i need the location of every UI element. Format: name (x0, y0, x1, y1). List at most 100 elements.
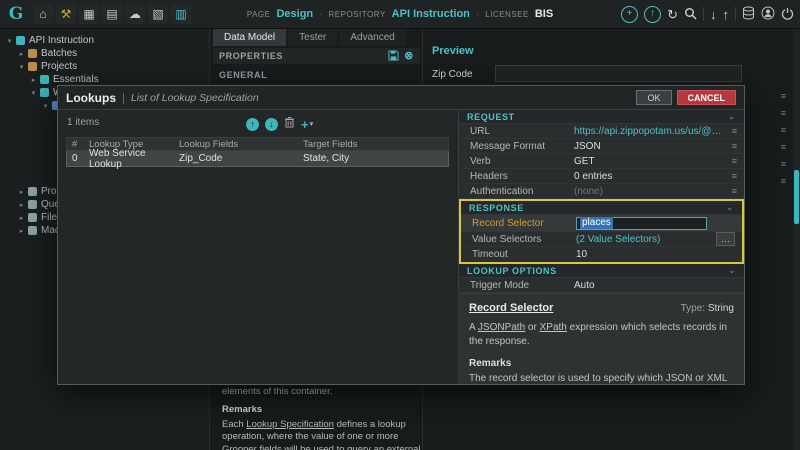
folder-icon[interactable]: ▧ (148, 4, 168, 24)
move-up-button[interactable]: ↑ (246, 117, 259, 131)
cloud-upload-icon[interactable]: ☁ (125, 4, 145, 24)
tab-data-model[interactable]: Data Model (213, 29, 287, 46)
lookup-options-section-header[interactable]: LOOKUP OPTIONS ⌄ (459, 264, 744, 278)
row-menu-icon[interactable]: ≡ (732, 141, 737, 151)
printer-icon[interactable]: ▤ (102, 4, 122, 24)
verb-value[interactable]: GET (574, 156, 726, 167)
jsonpath-link[interactable]: JSONPath (478, 322, 525, 333)
record-selector-input[interactable]: places (576, 216, 707, 230)
chevron-down-icon[interactable]: ▾ (28, 89, 39, 97)
save-icon[interactable] (388, 49, 399, 63)
tools-icon[interactable]: ⚒ (56, 4, 76, 24)
tree-item-batches[interactable]: ▸ Batches (0, 47, 209, 60)
chevron-right-icon[interactable]: ▸ (16, 227, 27, 235)
property-row-record-selector[interactable]: Record Selector places (461, 215, 742, 232)
chevron-icon[interactable]: ⌄ (726, 202, 734, 212)
chevron-down-icon[interactable]: ▾ (4, 37, 15, 45)
ellipsis-button[interactable]: … (716, 232, 735, 246)
scrollbar-thumb[interactable] (794, 170, 799, 224)
power-icon[interactable] (781, 7, 794, 22)
row-menu-icon[interactable]: ≡ (732, 156, 737, 166)
toolbar-divider (735, 7, 736, 21)
home-icon[interactable]: ⌂ (33, 4, 53, 24)
ok-button[interactable]: OK (636, 90, 672, 105)
chevron-right-icon[interactable]: ▸ (16, 188, 27, 196)
tree-item-projects[interactable]: ▾ Projects (0, 60, 209, 73)
tree-item-api-instruction[interactable]: ▾ API Instruction (0, 34, 209, 47)
up-circle-icon[interactable]: ↑ (644, 5, 662, 23)
chevron-right-icon[interactable]: ▸ (16, 214, 27, 222)
chevron-right-icon[interactable]: ▸ (28, 76, 39, 84)
property-row-headers[interactable]: Headers 0 entries ≡ (459, 169, 744, 184)
database-icon[interactable] (742, 6, 755, 22)
cancel-button[interactable]: CANCEL (676, 90, 736, 105)
tab-advanced[interactable]: Advanced (339, 29, 406, 46)
general-section-header[interactable]: GENERAL (219, 70, 267, 80)
batches-icon[interactable]: ▦ (79, 4, 99, 24)
row-menu-icon[interactable]: ≡ (781, 143, 786, 152)
upload-icon[interactable]: ↑ (723, 8, 730, 21)
dialog-title-bar: Lookups | List of Lookup Specification O… (58, 86, 744, 110)
headers-value[interactable]: 0 entries (574, 171, 726, 182)
property-row-timeout[interactable]: Timeout 10 (461, 247, 742, 262)
user-icon[interactable] (761, 6, 775, 22)
items-count: 1 items (67, 117, 100, 128)
property-row-value-selectors[interactable]: Value Selectors (2 Value Selectors) … (461, 232, 742, 247)
column-header-index[interactable]: # (67, 139, 89, 150)
repository-value[interactable]: API Instruction (392, 8, 470, 20)
repository-icon (16, 36, 25, 45)
property-row-message-format[interactable]: Message Format JSON ≡ (459, 139, 744, 154)
response-section-header[interactable]: RESPONSE ⌄ (461, 201, 742, 215)
machines-icon (28, 226, 37, 235)
chevron-right-icon[interactable]: ▸ (16, 201, 27, 209)
move-down-button[interactable]: ↓ (265, 117, 278, 131)
row-menu-icon[interactable]: ≡ (781, 109, 786, 118)
authentication-value[interactable]: (none) (574, 186, 726, 197)
chevron-right-icon[interactable]: ▸ (16, 50, 27, 58)
value-selectors-value[interactable]: (2 Value Selectors) (576, 234, 710, 245)
chevron-down-icon[interactable]: ▾ (16, 63, 27, 71)
scrollbar[interactable] (793, 28, 800, 450)
row-menu-icon[interactable]: ≡ (781, 126, 786, 135)
column-header-lookup-fields[interactable]: Lookup Fields (179, 139, 303, 150)
property-row-authentication[interactable]: Authentication (none) ≡ (459, 184, 744, 199)
chevron-icon[interactable]: ⌄ (728, 111, 736, 121)
row-menu-icon[interactable]: ≡ (732, 126, 737, 136)
row-menu-icon[interactable]: ≡ (732, 186, 737, 196)
trigger-mode-value[interactable]: Auto (574, 280, 737, 291)
url-value[interactable]: https://api.zippopotam.us/us/@Zip_C... (574, 126, 726, 137)
request-section-header[interactable]: REQUEST ⌄ (459, 110, 744, 124)
chart-icon[interactable]: ▥ (171, 4, 191, 24)
property-row-url[interactable]: URL https://api.zippopotam.us/us/@Zip_C.… (459, 124, 744, 139)
message-format-value[interactable]: JSON (574, 141, 726, 152)
chevron-down-icon[interactable]: ▾ (40, 102, 51, 110)
timeout-value[interactable]: 10 (576, 249, 735, 260)
xpath-link[interactable]: XPath (540, 322, 567, 333)
search-icon[interactable] (684, 7, 697, 22)
table-row-selected[interactable]: 0 Web Service Lookup Zip_Code State, Cit… (66, 148, 449, 170)
page-value[interactable]: Design (276, 8, 313, 20)
refresh-icon[interactable]: ↻ (667, 8, 678, 21)
column-header-target-fields[interactable]: Target Fields (303, 139, 448, 150)
add-lookup-button[interactable]: + ▾ (301, 118, 313, 131)
download-icon[interactable]: ↓ (710, 8, 717, 21)
zip-code-input[interactable] (495, 65, 742, 82)
chevron-icon[interactable]: ⌄ (728, 265, 736, 275)
property-row-trigger-mode[interactable]: Trigger Mode Auto (459, 278, 744, 293)
row-menu-icon[interactable]: ≡ (781, 92, 786, 101)
add-circle-icon[interactable]: + (621, 5, 639, 23)
row-menu-icon[interactable]: ≡ (781, 177, 786, 186)
tab-tester[interactable]: Tester (288, 29, 338, 46)
property-label: Value Selectors (472, 233, 542, 245)
type-value: String (707, 303, 734, 314)
row-menu-icon[interactable]: ≡ (781, 160, 786, 169)
dialog-subtitle: List of Lookup Specification (130, 91, 259, 104)
property-row-verb[interactable]: Verb GET ≡ (459, 154, 744, 169)
close-icon[interactable]: ⊗ (404, 50, 414, 62)
folder-icon (28, 62, 37, 71)
property-label: URL (470, 125, 491, 137)
delete-icon[interactable] (284, 115, 295, 133)
tree-item-label: Projects (41, 61, 78, 72)
row-menu-icon[interactable]: ≡ (732, 171, 737, 181)
lookup-specification-link[interactable]: Lookup Specification (246, 419, 334, 430)
